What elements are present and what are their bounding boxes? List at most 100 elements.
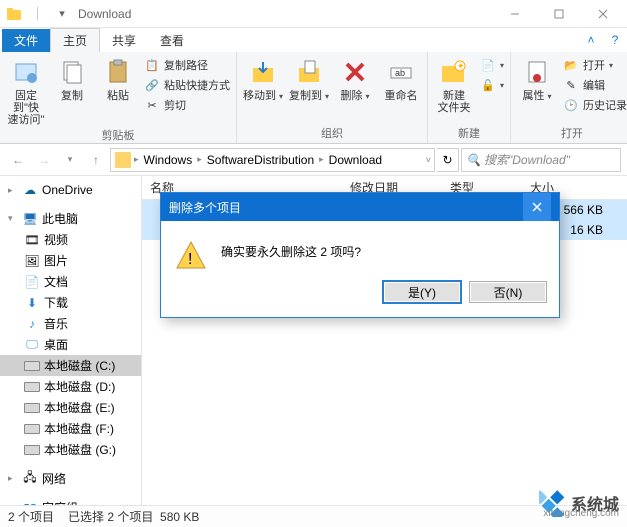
delete-button[interactable]: 删除 ▾ [333, 54, 377, 102]
edit-button[interactable]: ✎编辑 [561, 76, 627, 94]
tree-drive-d[interactable]: 本地磁盘 (D:) [0, 376, 141, 397]
downloads-icon: ⬇ [24, 295, 40, 311]
tree-drive-f[interactable]: 本地磁盘 (F:) [0, 418, 141, 439]
pin-quickaccess-button[interactable]: 固定到"快 速访问" [4, 54, 48, 126]
drive-icon [24, 400, 40, 416]
ribbon-tabs: 文件 主页 共享 查看 ˄ ? [0, 28, 627, 52]
rename-icon: ab [385, 56, 417, 88]
svg-text:!: ! [188, 251, 192, 268]
window-title: Download [78, 7, 131, 21]
new-folder-icon: ✦ [438, 56, 470, 88]
drive-icon [24, 421, 40, 437]
ribbon: 固定到"快 速访问" 复制 粘贴 📋复制路径 🔗粘贴快捷方式 ✂剪切 剪贴板 移… [0, 52, 627, 144]
minimize-button[interactable] [493, 0, 537, 28]
drive-icon [24, 358, 40, 374]
forward-button[interactable]: → [32, 148, 56, 172]
paste-shortcut-button[interactable]: 🔗粘贴快捷方式 [142, 76, 232, 94]
status-item-count: 2 个项目 [8, 508, 54, 525]
chevron-down-icon[interactable]: ▾ [54, 6, 70, 22]
dialog-message: 确实要永久删除这 2 项吗? [221, 239, 361, 260]
dialog-yes-button[interactable]: 是(Y) [383, 281, 461, 303]
tree-videos[interactable]: 🎞视频 [0, 229, 141, 250]
easy-access-button[interactable]: 🔓▾ [478, 76, 506, 94]
scissors-icon: ✂ [144, 97, 160, 113]
close-icon [532, 202, 542, 212]
delete-icon [339, 56, 371, 88]
tab-home[interactable]: 主页 [50, 28, 100, 52]
open-button[interactable]: 📂打开 ▾ [561, 56, 627, 74]
back-button[interactable]: ← [6, 148, 30, 172]
qat-separator-icon: │ [30, 6, 46, 22]
refresh-button[interactable]: ↻ [437, 148, 459, 172]
easyaccess-icon: 🔓 [480, 77, 496, 93]
up-button[interactable]: ↑ [84, 148, 108, 172]
breadcrumb-segment[interactable]: Windows [140, 153, 197, 167]
breadcrumb-segment[interactable]: Download [325, 153, 386, 167]
tree-drive-c[interactable]: 本地磁盘 (C:) [0, 355, 141, 376]
folder-icon [6, 6, 22, 22]
tab-view[interactable]: 查看 [148, 29, 196, 52]
tree-network[interactable]: ▸🖧网络 [0, 468, 141, 489]
tree-downloads[interactable]: ⬇下载 [0, 292, 141, 313]
pictures-icon: 🖼 [24, 253, 40, 269]
chevron-down-icon[interactable]: ˅ [425, 155, 432, 165]
tree-documents[interactable]: 📄文档 [0, 271, 141, 292]
homegroup-icon: 👥 [22, 500, 38, 506]
copy-button[interactable]: 复制 [50, 54, 94, 102]
new-item-button[interactable]: 📄▾ [478, 56, 506, 74]
nav-tree[interactable]: ▸☁OneDrive ▾🖥此电脑 🎞视频 🖼图片 📄文档 ⬇下载 ♪音乐 🖵桌面… [0, 176, 142, 505]
help-button[interactable]: ? [603, 28, 627, 52]
ribbon-collapse-button[interactable]: ˄ [579, 28, 603, 52]
dialog-title: 删除多个项目 [169, 199, 241, 216]
copy-path-button[interactable]: 📋复制路径 [142, 56, 232, 74]
desktop-icon: 🖵 [24, 337, 40, 353]
svg-text:ab: ab [395, 68, 405, 78]
tree-desktop[interactable]: 🖵桌面 [0, 334, 141, 355]
history-button[interactable]: 🕑历史记录 [561, 96, 627, 114]
rename-button[interactable]: ab 重命名 [379, 54, 423, 102]
newitem-icon: 📄 [480, 57, 496, 73]
breadcrumb-segment[interactable]: SoftwareDistribution [203, 153, 318, 167]
tree-onedrive[interactable]: ▸☁OneDrive [0, 180, 141, 200]
dialog-close-button[interactable] [523, 193, 551, 221]
drive-icon [24, 379, 40, 395]
dialog-titlebar[interactable]: 删除多个项目 [161, 193, 559, 221]
copy-to-button[interactable]: 复制到 ▾ [287, 54, 331, 102]
ribbon-group-organize: 移动到 ▾ 复制到 ▾ 删除 ▾ ab 重命名 组织 [237, 52, 428, 143]
watermark: 系统城 xitongcheng.com [539, 489, 619, 517]
tree-drive-e[interactable]: 本地磁盘 (E:) [0, 397, 141, 418]
paste-button[interactable]: 粘贴 [96, 54, 140, 102]
move-to-button[interactable]: 移动到 ▾ [241, 54, 285, 102]
new-folder-button[interactable]: ✦ 新建 文件夹 [432, 54, 476, 114]
shortcut-icon: 🔗 [144, 77, 160, 93]
svg-text:✦: ✦ [457, 61, 465, 71]
tab-share[interactable]: 共享 [100, 29, 148, 52]
close-button[interactable] [581, 0, 625, 28]
tab-file[interactable]: 文件 [2, 29, 50, 52]
cloud-icon: ☁ [22, 182, 38, 198]
ribbon-group-new: ✦ 新建 文件夹 📄▾ 🔓▾ 新建 [428, 52, 511, 143]
window-titlebar: │ ▾ Download [0, 0, 627, 28]
search-input[interactable]: 🔍 搜索"Download" [461, 148, 621, 172]
video-icon: 🎞 [24, 232, 40, 248]
properties-button[interactable]: 属性 ▾ [515, 54, 559, 102]
maximize-button[interactable] [537, 0, 581, 28]
dialog-no-button[interactable]: 否(N) [469, 281, 547, 303]
watermark-url: xitongcheng.com [543, 508, 619, 519]
tree-pictures[interactable]: 🖼图片 [0, 250, 141, 271]
search-icon: 🔍 [466, 153, 480, 167]
address-bar[interactable]: ▸ Windows ▸ SoftwareDistribution ▸ Downl… [110, 148, 435, 172]
warning-icon: ! [175, 239, 207, 271]
tree-thispc[interactable]: ▾🖥此电脑 [0, 208, 141, 229]
tree-homegroup[interactable]: ▸👥家庭组 [0, 497, 141, 505]
ribbon-group-clipboard: 固定到"快 速访问" 复制 粘贴 📋复制路径 🔗粘贴快捷方式 ✂剪切 剪贴板 [0, 52, 237, 143]
cut-button[interactable]: ✂剪切 [142, 96, 232, 114]
tree-music[interactable]: ♪音乐 [0, 313, 141, 334]
properties-icon [521, 56, 553, 88]
recent-locations-button[interactable]: ▾ [58, 148, 82, 172]
status-selection: 已选择 2 个项目 580 KB [68, 508, 199, 525]
path-icon: 📋 [144, 57, 160, 73]
ribbon-group-open: 属性 ▾ 📂打开 ▾ ✎编辑 🕑历史记录 打开 [511, 52, 627, 143]
tree-drive-g[interactable]: 本地磁盘 (G:) [0, 439, 141, 460]
music-icon: ♪ [24, 316, 40, 332]
